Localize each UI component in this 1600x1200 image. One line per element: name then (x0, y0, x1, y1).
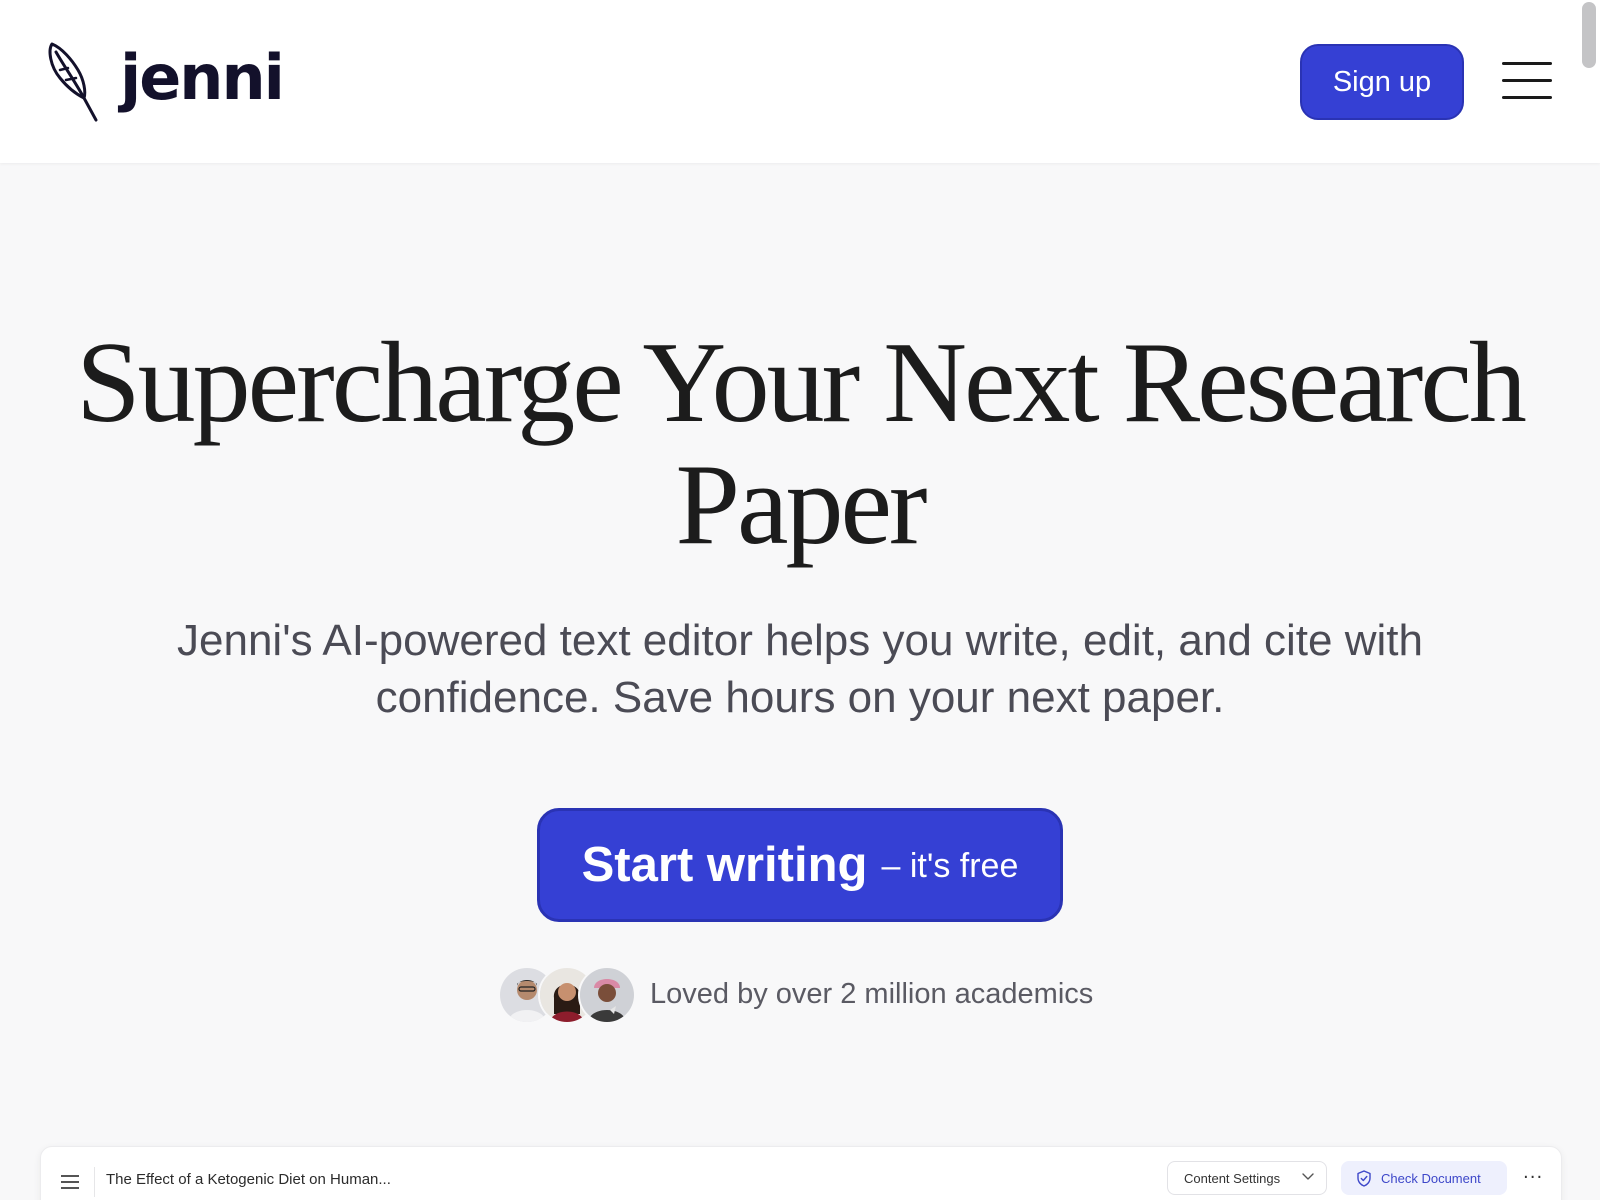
cta-sub-label: – it's free (881, 846, 1019, 885)
site-header: jenni Sign up (0, 0, 1600, 163)
content-settings-dropdown[interactable]: Content Settings (1167, 1161, 1327, 1195)
cta-main-label: Start writing (581, 838, 868, 892)
shield-check-icon (1357, 1170, 1371, 1187)
feather-quill-icon (48, 42, 98, 122)
scrollbar-thumb[interactable] (1582, 2, 1596, 68)
divider (94, 1167, 95, 1197)
document-title[interactable]: The Effect of a Ketogenic Diet on Human.… (106, 1171, 391, 1188)
more-horizontal-icon[interactable]: ··· (1523, 1169, 1543, 1187)
social-proof: Loved by over 2 million academics (498, 966, 1094, 1024)
hero-title: Supercharge Your Next Research Paper (76, 319, 1527, 569)
chevron-down-icon (1302, 1173, 1314, 1180)
app-preview: The Effect of a Ketogenic Diet on Human.… (40, 1146, 1562, 1200)
check-document-button[interactable]: Check Document (1341, 1161, 1507, 1195)
content-settings-label: Content Settings (1184, 1170, 1281, 1186)
check-document-label: Check Document (1381, 1170, 1481, 1186)
social-proof-text: Loved by over 2 million academics (650, 977, 1094, 1010)
sign-up-button[interactable]: Sign up (1300, 44, 1464, 120)
logo[interactable]: jenni (46, 40, 285, 124)
hero-subtitle: Jenni's AI-powered text editor helps you… (177, 616, 1423, 722)
avatar-group (498, 966, 636, 1024)
logo-text: jenni (120, 41, 285, 114)
start-writing-button[interactable]: Start writing – it's free (537, 808, 1063, 922)
hamburger-menu-icon[interactable] (61, 1175, 79, 1189)
hamburger-menu-icon[interactable] (1502, 62, 1552, 100)
avatar (578, 966, 636, 1024)
